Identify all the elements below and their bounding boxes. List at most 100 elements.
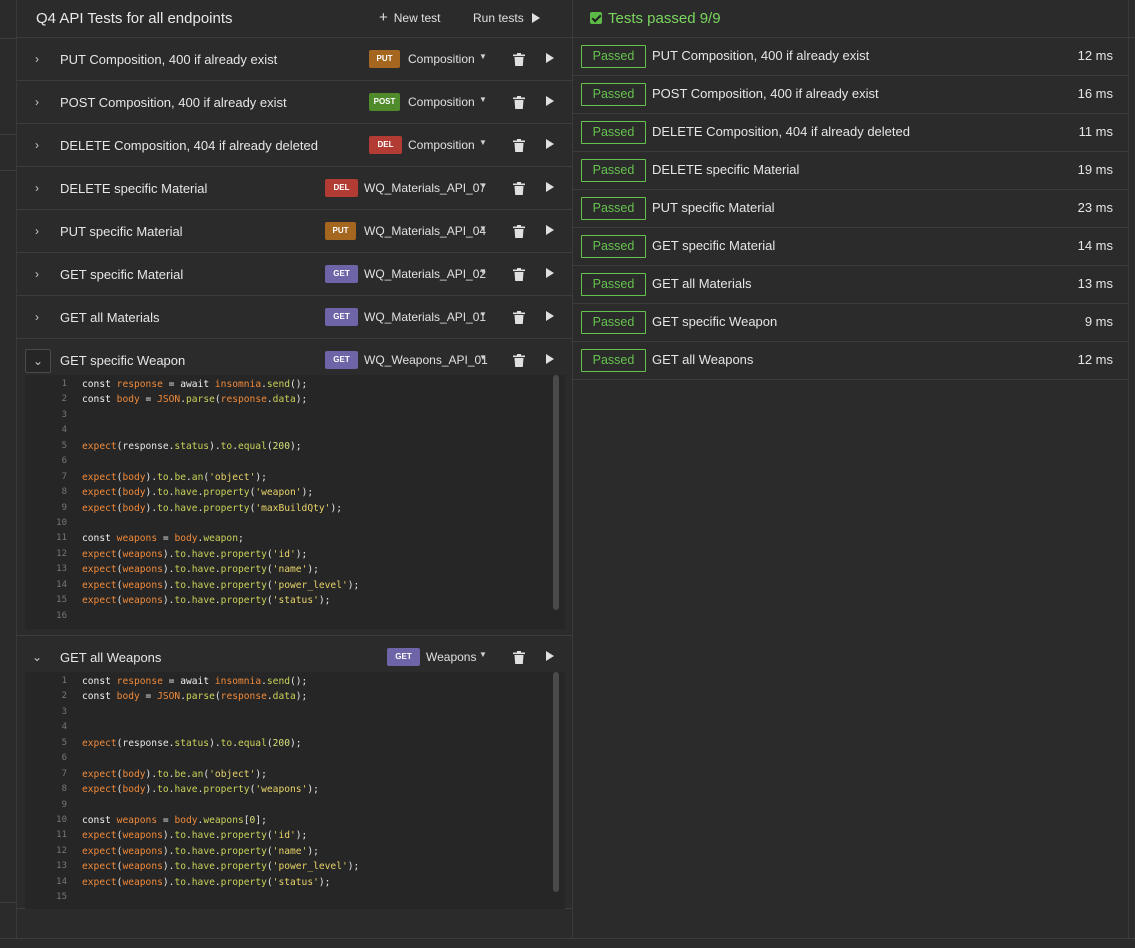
test-row[interactable]: ⌄ GET all Weapons GET Weapons ▼ 1 const respon… [17, 636, 572, 909]
trash-icon[interactable] [513, 182, 525, 195]
caret-down-icon[interactable]: ▼ [479, 95, 487, 104]
run-test-play-icon[interactable] [546, 354, 554, 364]
test-row[interactable]: › POST Composition, 400 if already exist P… [17, 81, 572, 124]
chevron-right-icon[interactable]: › [25, 134, 49, 156]
chevron-right-icon[interactable]: › [25, 220, 49, 242]
test-row[interactable]: › DELETE Composition, 404 if already dele… [17, 124, 572, 167]
trash-icon[interactable] [513, 96, 525, 109]
test-name: DELETE specific Material [60, 181, 208, 196]
put-method-badge: PUT [325, 222, 356, 240]
result-row: Passed PUT specific Material 23 ms [573, 190, 1128, 228]
chevron-right-icon[interactable]: › [25, 91, 49, 113]
trash-icon[interactable] [513, 53, 525, 66]
code-line: 15 expect(weapons).to.have.property('stat… [25, 593, 565, 608]
request-select[interactable]: Composition [408, 95, 475, 109]
run-test-play-icon[interactable] [546, 651, 554, 661]
code-line: 7 expect(body).to.be.an('object'); [25, 767, 565, 782]
request-select[interactable]: WQ_Materials_API_07 [364, 181, 486, 195]
chevron-right-icon[interactable]: › [25, 48, 49, 70]
test-row[interactable]: ⌄ GET specific Weapon GET WQ_Weapons_API_01… [17, 339, 572, 636]
caret-down-icon[interactable]: ▼ [479, 267, 487, 276]
code-line: 12 expect(weapons).to.have.property('id')… [25, 547, 565, 562]
new-test-button[interactable]: + New test [379, 10, 440, 25]
test-row[interactable]: › DELETE specific Material DEL WQ_Materials… [17, 167, 572, 210]
chevron-right-icon[interactable]: › [25, 306, 49, 328]
test-row[interactable]: › GET specific Material GET WQ_Materials_AP… [17, 253, 572, 296]
test-code-editor[interactable]: 1 const response = await insomnia.send();… [25, 375, 565, 629]
trash-icon[interactable] [513, 354, 525, 367]
request-select[interactable]: Composition [408, 138, 475, 152]
line-number: 16 [56, 610, 67, 621]
test-code-editor[interactable]: 1 const response = await insomnia.send();… [25, 672, 565, 909]
code-line: 5 expect(response.status).to.equal(200); [25, 439, 565, 454]
line-number: 13 [56, 564, 67, 575]
run-test-play-icon[interactable] [546, 139, 554, 149]
trash-icon[interactable] [513, 268, 525, 281]
chevron-right-icon[interactable]: › [25, 263, 49, 285]
chevron-right-icon[interactable]: › [25, 177, 49, 199]
line-number: 2 [61, 691, 67, 702]
chevron-down-icon[interactable]: ⌄ [25, 646, 49, 668]
run-test-play-icon[interactable] [546, 268, 554, 278]
request-select[interactable]: WQ_Weapons_API_01 [364, 353, 488, 367]
code-text: expect(weapons).to.have.property('id'); [82, 830, 308, 842]
caret-down-icon[interactable]: ▼ [479, 52, 487, 61]
request-select[interactable]: WQ_Materials_API_04 [364, 224, 486, 238]
test-row[interactable]: › PUT Composition, 400 if already exist PU… [17, 38, 572, 81]
line-number: 2 [61, 394, 67, 405]
code-text: expect(weapons).to.have.property('power_… [82, 861, 360, 873]
editor-scrollbar[interactable] [553, 672, 559, 892]
passed-badge: Passed [581, 45, 646, 68]
code-line: 8 expect(body).to.have.property('weapon')… [25, 485, 565, 500]
line-number: 4 [61, 425, 67, 436]
trash-icon[interactable] [513, 139, 525, 152]
suite-title: Q4 API Tests for all endpoints [36, 10, 233, 27]
request-select[interactable]: Weapons [426, 650, 476, 664]
results-panel: Tests passed 9/9 Passed PUT Composition, … [573, 0, 1135, 938]
request-select[interactable]: Composition [408, 52, 475, 66]
test-row[interactable]: › PUT specific Material PUT WQ_Materials_AP… [17, 210, 572, 253]
left-sidebar-strip [0, 0, 17, 947]
line-number: 6 [61, 753, 67, 764]
passed-badge: Passed [581, 197, 646, 220]
run-tests-button[interactable]: Run tests [473, 11, 540, 25]
delete-method-badge: DEL [369, 136, 402, 154]
result-test-name: GET all Materials [652, 276, 752, 291]
result-duration: 11 ms [1078, 124, 1113, 139]
run-test-play-icon[interactable] [546, 225, 554, 235]
code-text: expect(body).to.be.an('object'); [82, 768, 267, 780]
result-row: Passed DELETE specific Material 19 ms [573, 152, 1128, 190]
caret-down-icon[interactable]: ▼ [479, 353, 487, 362]
caret-down-icon[interactable]: ▼ [479, 310, 487, 319]
request-select[interactable]: WQ_Materials_API_01 [364, 310, 486, 324]
code-line: 14 expect(weapons).to.have.property('powe… [25, 578, 565, 593]
editor-scrollbar[interactable] [553, 375, 559, 610]
run-test-play-icon[interactable] [546, 53, 554, 63]
code-text: expect(weapons).to.have.property('power_… [82, 579, 360, 591]
run-test-play-icon[interactable] [546, 96, 554, 106]
test-suite-header: Q4 API Tests for all endpoints + New tes… [17, 0, 572, 38]
passed-badge: Passed [581, 235, 646, 258]
passed-badge: Passed [581, 121, 646, 144]
caret-down-icon[interactable]: ▼ [479, 650, 487, 659]
request-select[interactable]: WQ_Materials_API_02 [364, 267, 486, 281]
line-number: 3 [61, 706, 67, 717]
code-line: 6 [25, 454, 565, 469]
result-row: Passed PUT Composition, 400 if already ex… [573, 38, 1128, 76]
line-number: 8 [61, 487, 67, 498]
line-number: 11 [56, 830, 67, 841]
trash-icon[interactable] [513, 651, 525, 664]
code-line: 15 [25, 890, 565, 905]
chevron-down-icon[interactable]: ⌄ [25, 349, 51, 373]
sidebar-divider [0, 38, 16, 39]
run-test-play-icon[interactable] [546, 182, 554, 192]
trash-icon[interactable] [513, 225, 525, 238]
trash-icon[interactable] [513, 311, 525, 324]
code-line: 12 expect(weapons).to.have.property('name… [25, 844, 565, 859]
caret-down-icon[interactable]: ▼ [479, 224, 487, 233]
run-test-play-icon[interactable] [546, 311, 554, 321]
test-row[interactable]: › GET all Materials GET WQ_Materials_API_01… [17, 296, 572, 339]
caret-down-icon[interactable]: ▼ [479, 138, 487, 147]
caret-down-icon[interactable]: ▼ [479, 181, 487, 190]
line-number: 12 [56, 548, 67, 559]
